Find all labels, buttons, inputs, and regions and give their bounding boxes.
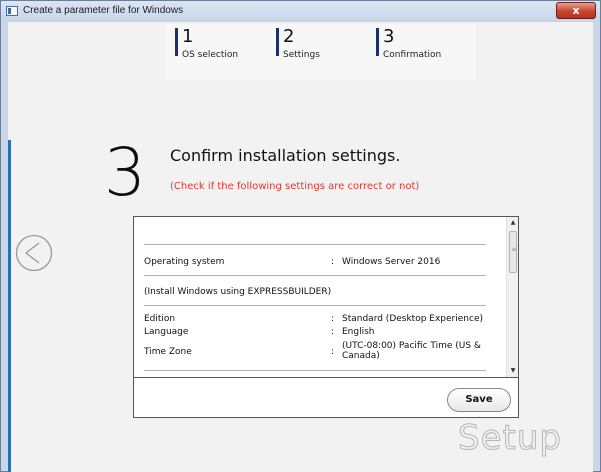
step-number: 3 bbox=[383, 26, 395, 47]
current-step-number: 3 bbox=[104, 134, 146, 211]
panel-footer-divider bbox=[134, 377, 518, 378]
scroll-down-icon[interactable]: ▼ bbox=[507, 366, 519, 376]
close-button[interactable]: x bbox=[556, 2, 596, 19]
settings-summary-panel: Operating system : Windows Server 2016 (… bbox=[133, 216, 519, 418]
vertical-scrollbar[interactable]: ▲ ▼ bbox=[506, 217, 518, 377]
scroll-up-icon[interactable]: ▲ bbox=[507, 218, 519, 228]
os-value: Windows Server 2016 bbox=[342, 257, 441, 267]
colon: : bbox=[331, 257, 335, 267]
divider bbox=[144, 244, 486, 245]
os-label: Operating system bbox=[144, 257, 225, 267]
scrollbar-thumb[interactable] bbox=[509, 231, 518, 273]
settings-scroll-area[interactable]: Operating system : Windows Server 2016 (… bbox=[134, 217, 506, 377]
edition-value: Standard (Desktop Experience) bbox=[342, 314, 483, 324]
title-bar: Create a parameter file for Windows x bbox=[1, 1, 600, 22]
colon: : bbox=[331, 327, 335, 337]
window-title: Create a parameter file for Windows bbox=[23, 5, 184, 16]
timezone-label: Time Zone bbox=[144, 347, 192, 357]
colon: : bbox=[331, 347, 335, 357]
install-note: (Install Windows using EXPRESSBUILDER) bbox=[144, 287, 332, 297]
chevron-left-circle-icon bbox=[15, 234, 53, 272]
page-subtitle: (Check if the following settings are cor… bbox=[170, 181, 420, 192]
save-button[interactable]: Save bbox=[447, 388, 511, 412]
step-bar bbox=[376, 28, 379, 56]
setup-logo: Setup bbox=[458, 418, 562, 459]
step-indicator: 1 OS selection 2 Settings 3 Confirmation bbox=[166, 24, 476, 80]
step-number: 1 bbox=[182, 26, 194, 47]
previous-button[interactable] bbox=[15, 234, 53, 272]
edition-label: Edition bbox=[144, 314, 176, 324]
step-label: Confirmation bbox=[383, 50, 442, 60]
divider bbox=[144, 275, 486, 276]
divider bbox=[144, 370, 486, 371]
step-bar bbox=[276, 28, 279, 56]
step-label: OS selection bbox=[182, 50, 239, 60]
language-value: English bbox=[342, 327, 375, 337]
window-app-icon bbox=[6, 6, 18, 16]
step-bar bbox=[175, 28, 178, 56]
colon: : bbox=[331, 314, 335, 324]
timezone-value: (UTC-08:00) Pacific Time (US & Canada) bbox=[342, 341, 481, 361]
divider bbox=[144, 305, 486, 306]
language-label: Language bbox=[144, 327, 189, 337]
left-accent-strip bbox=[8, 140, 11, 472]
page-title: Confirm installation settings. bbox=[170, 146, 401, 165]
step-number: 2 bbox=[283, 26, 295, 47]
step-label: Settings bbox=[283, 50, 320, 60]
